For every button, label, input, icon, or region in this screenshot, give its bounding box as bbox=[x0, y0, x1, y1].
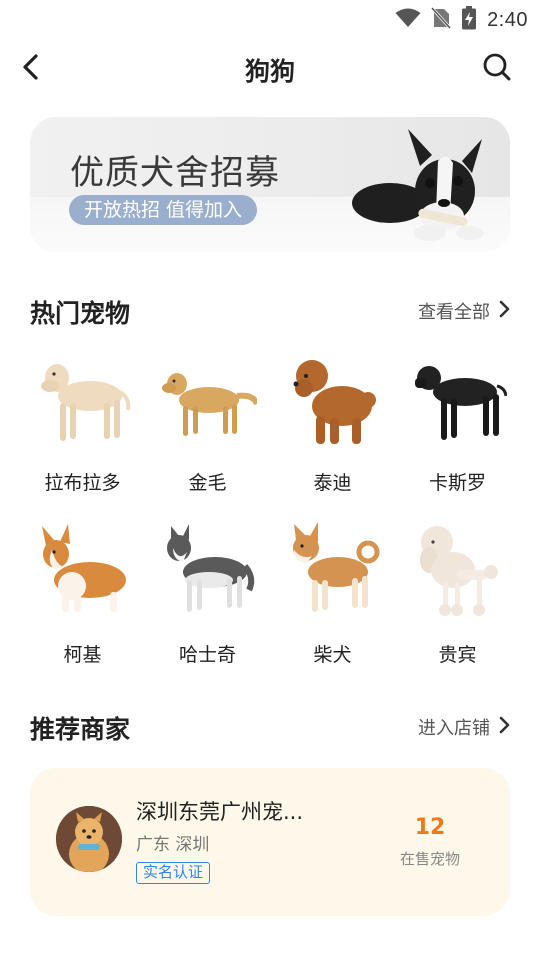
page-title: 狗狗 bbox=[244, 57, 295, 86]
pet-item-golden-retriever[interactable]: 金毛 bbox=[145, 348, 270, 513]
pet-name: 卡斯罗 bbox=[428, 472, 486, 494]
enter-store-link[interactable]: 进入店铺 bbox=[418, 714, 510, 740]
pet-item-labrador[interactable]: 拉布拉多 bbox=[20, 348, 145, 513]
pet-name: 柯基 bbox=[63, 644, 102, 666]
boston-terrier-image bbox=[352, 129, 484, 241]
status-time: 2:40 bbox=[487, 8, 528, 31]
corgi-image bbox=[42, 524, 126, 612]
pet-name: 贵宾 bbox=[438, 644, 477, 666]
verified-badge: 实名认证 bbox=[136, 862, 211, 884]
golden-retriever-image bbox=[162, 373, 257, 436]
cane-corso-image bbox=[415, 366, 507, 440]
pet-name: 金毛 bbox=[188, 472, 227, 494]
pet-item-teddy[interactable]: 泰迪 bbox=[270, 348, 395, 513]
search-icon bbox=[482, 52, 512, 86]
hot-pets-header: 热门宠物 查看全部 bbox=[30, 290, 510, 330]
hot-pets-title: 热门宠物 bbox=[30, 299, 131, 328]
merchant-avatar-image bbox=[56, 806, 122, 872]
banner-subtitle-pill: 开放热招 值得加入 bbox=[69, 195, 258, 225]
status-bar: 2:40 bbox=[0, 0, 540, 36]
promo-banner[interactable]: 优质犬舍招募 开放热招 值得加入 bbox=[30, 117, 510, 252]
view-all-link[interactable]: 查看全部 bbox=[418, 298, 510, 324]
pet-name: 柴犬 bbox=[313, 644, 352, 666]
husky-image bbox=[167, 524, 255, 612]
merchant-name: 深圳东莞广州宠... bbox=[136, 800, 304, 824]
pet-item-poodle[interactable]: 贵宾 bbox=[395, 520, 520, 685]
no-sim-icon bbox=[430, 6, 452, 33]
pet-item-cane-corso[interactable]: 卡斯罗 bbox=[395, 348, 520, 513]
chevron-right-icon bbox=[498, 716, 510, 739]
top-nav-bar: 狗狗 bbox=[0, 40, 540, 98]
wifi-icon bbox=[395, 8, 421, 32]
avatar bbox=[56, 806, 122, 872]
merchant-card[interactable]: 深圳东莞广州宠... 广东 深圳 实名认证 12 在售宠物 bbox=[30, 768, 510, 916]
pet-item-husky[interactable]: 哈士奇 bbox=[145, 520, 270, 685]
search-button[interactable] bbox=[480, 52, 514, 86]
view-all-label: 查看全部 bbox=[418, 302, 490, 323]
banner-title: 优质犬舍招募 bbox=[70, 153, 280, 193]
enter-store-label: 进入店铺 bbox=[418, 718, 490, 739]
merchant-location: 广东 深圳 bbox=[136, 835, 210, 855]
pet-name: 拉布拉多 bbox=[44, 472, 121, 494]
chevron-right-icon bbox=[498, 300, 510, 323]
status-icons: 2:40 bbox=[395, 6, 528, 34]
pet-name: 泰迪 bbox=[313, 472, 352, 494]
pets-for-sale-label: 在售宠物 bbox=[399, 850, 460, 868]
battery-charging-icon bbox=[461, 6, 477, 34]
pet-item-shiba-inu[interactable]: 柴犬 bbox=[270, 520, 395, 685]
pet-name: 哈士奇 bbox=[178, 644, 236, 666]
pet-item-corgi[interactable]: 柯基 bbox=[20, 520, 145, 685]
pets-for-sale-count: 12 bbox=[414, 815, 446, 840]
merchants-title: 推荐商家 bbox=[30, 715, 131, 744]
labrador-image bbox=[41, 364, 131, 441]
shiba-inu-image bbox=[293, 522, 380, 612]
poodle-image bbox=[420, 526, 498, 616]
merchants-header: 推荐商家 进入店铺 bbox=[30, 706, 510, 746]
teddy-image bbox=[293, 360, 376, 444]
